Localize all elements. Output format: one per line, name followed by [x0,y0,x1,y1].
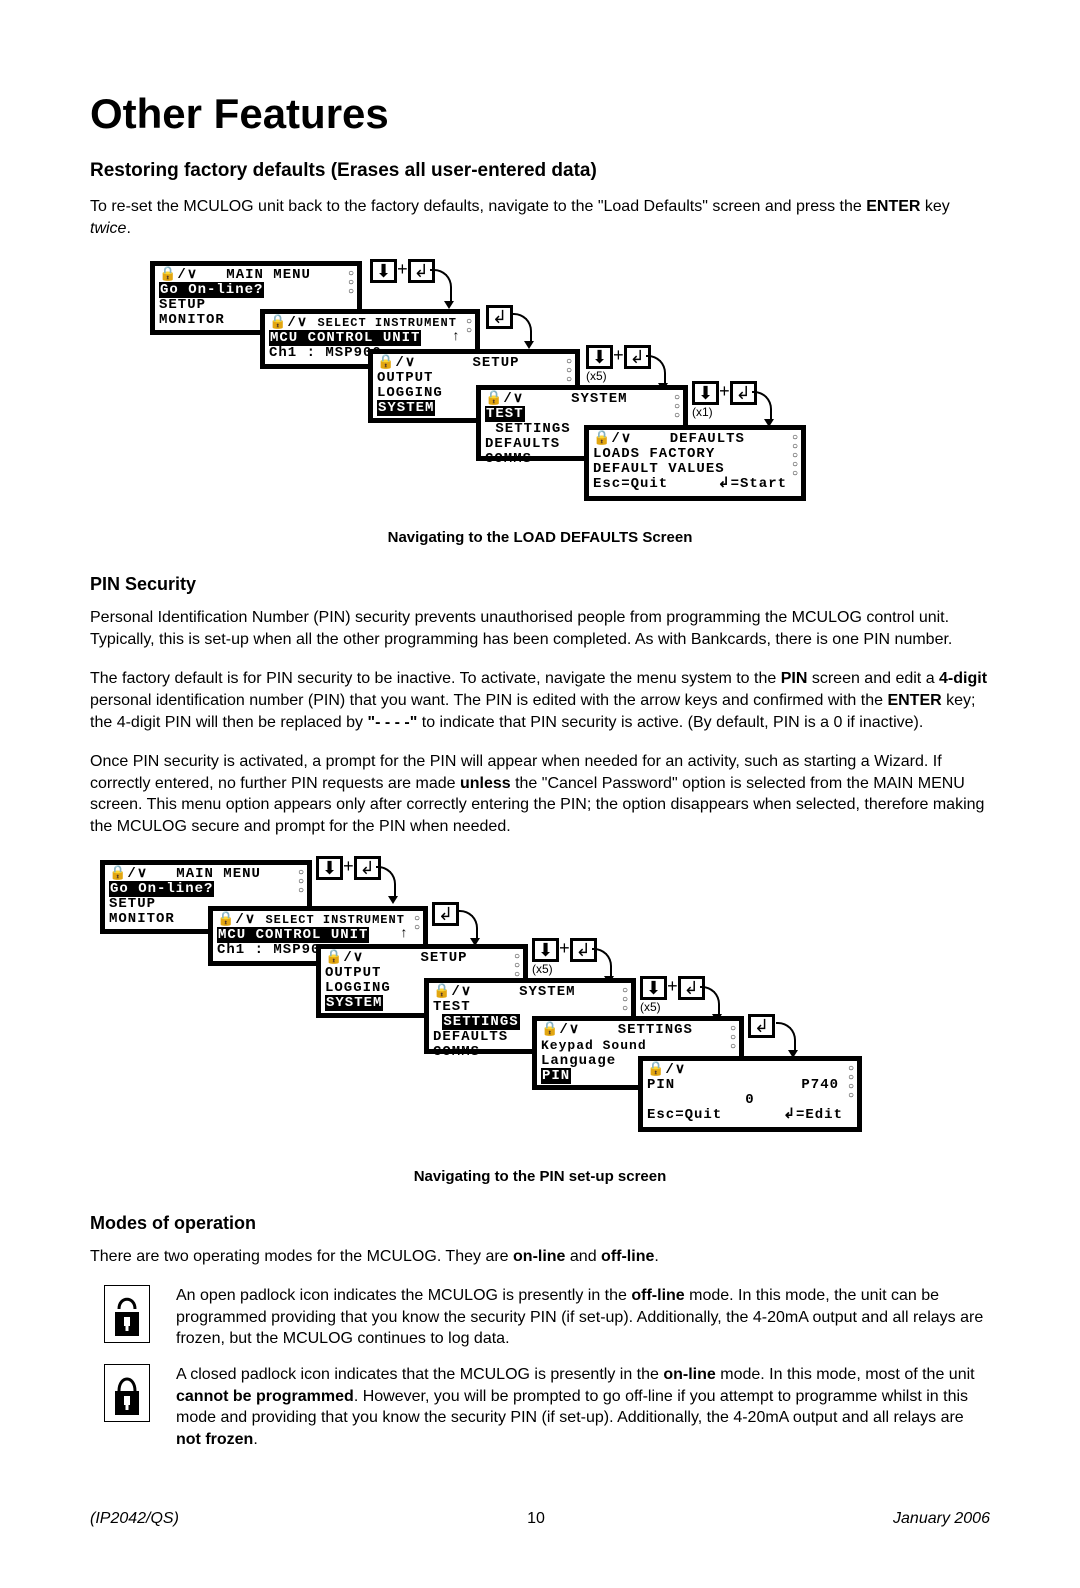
key-enter-icon: ↲ [486,305,513,329]
key-icon-2b: ↲ [432,902,459,926]
footer-left: (IP2042/QS) [90,1510,179,1528]
key-icon-2d: ⬇+↲ [640,976,705,1000]
key-icon-2e: ↲ [748,1014,775,1038]
open-padlock-icon [104,1285,150,1343]
nav-note-x1: (x1) [692,405,713,419]
section-restoring-heading: Restoring factory defaults (Erases all u… [90,160,990,182]
page-footer: (IP2042/QS) 10 January 2006 [90,1510,990,1528]
key-down-icon: ⬇+↲ [370,259,435,283]
key-icon-2c: ⬇+↲ [532,938,597,962]
section-pin-p1: Personal Identification Number (PIN) sec… [90,607,990,650]
mode-online-text: A closed padlock icon indicates that the… [176,1364,990,1450]
nav-note-x5: (x5) [586,369,607,383]
mode-offline-text: An open padlock icon indicates the MCULO… [176,1285,990,1350]
section-pin-heading: PIN Security [90,574,990,595]
lcd-defaults: 🔒/∨ DEFAULTS ○○○○○ LOADS FACTORY DEFAULT… [584,425,806,501]
section-pin-p3: Once PIN security is activated, a prompt… [90,751,990,837]
diagram2-caption: Navigating to the PIN set-up screen [90,1168,990,1185]
section-pin-p2: The factory default is for PIN security … [90,668,990,733]
key-down-enter-icon-2: ⬇+↲ [692,381,757,405]
key-icon-2a: ⬇+↲ [316,856,381,880]
diagram-pin-setup: 🔒/∨ MAIN MENU ○○○ Go On-line? SETUP MONI… [100,856,990,1156]
footer-page-number: 10 [527,1510,545,1528]
footer-date: January 2006 [893,1510,990,1528]
nav-note2-x5a: (x5) [532,962,553,976]
section-modes-p1: There are two operating modes for the MC… [90,1246,990,1268]
diagram-load-defaults: 🔒/∨ MAIN MENU ○○○ Go On-line? SETUP MONI… [150,257,990,517]
key-down-enter-icon: ⬇+↲ [586,345,651,369]
lcd2-pin: 🔒/∨ ○○○○ PINP740 0 Esc=Quit↲=Edit [638,1056,862,1132]
closed-padlock-icon [104,1364,150,1422]
diagram1-caption: Navigating to the LOAD DEFAULTS Screen [90,529,990,546]
page-title: Other Features [90,90,990,138]
section-modes-heading: Modes of operation [90,1213,990,1234]
section-restoring-p1: To re-set the MCULOG unit back to the fa… [90,196,990,239]
nav-note2-x5b: (x5) [640,1000,661,1014]
